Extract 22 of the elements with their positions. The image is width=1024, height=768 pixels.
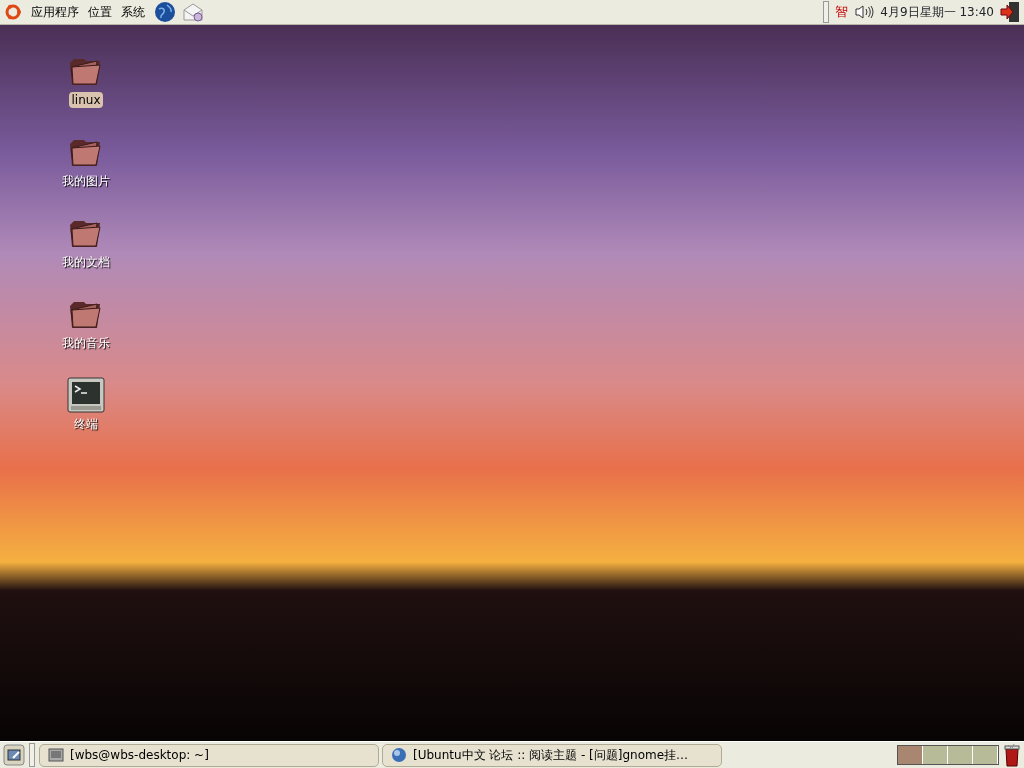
logout-icon[interactable] (1000, 1, 1020, 23)
globe-icon[interactable] (154, 1, 176, 23)
globe-icon (391, 747, 407, 763)
workspace-switcher[interactable] (897, 745, 999, 765)
clock[interactable]: 4月9日星期一 13:40 (880, 3, 994, 21)
desktop-icon-label[interactable]: linux (68, 92, 104, 108)
show-desktop-icon[interactable] (3, 744, 25, 766)
menu-item[interactable]: 位置 (85, 3, 115, 21)
desktop-icon-label[interactable]: 我的图片 (59, 173, 113, 189)
terminal-icon (48, 747, 64, 763)
volume-icon[interactable] (854, 4, 875, 20)
mail-icon[interactable] (182, 1, 204, 23)
panel-handle-icon[interactable] (29, 743, 35, 767)
terminal-icon[interactable] (67, 377, 105, 413)
input-method-indicator[interactable]: 智 (835, 2, 849, 22)
panel-handle-icon[interactable] (823, 1, 830, 23)
trash-icon[interactable] (1003, 743, 1021, 767)
menu-item[interactable]: 应用程序 (28, 3, 82, 21)
ubuntu-logo-icon[interactable] (4, 3, 22, 21)
menu-item[interactable]: 系统 (118, 3, 148, 21)
taskbar-button[interactable]: [Ubuntu中文 论坛 :: 阅读主题 - [问题]gnome挂… (382, 743, 722, 767)
taskbar-button[interactable]: [wbs@wbs-desktop: ~] (39, 743, 379, 767)
